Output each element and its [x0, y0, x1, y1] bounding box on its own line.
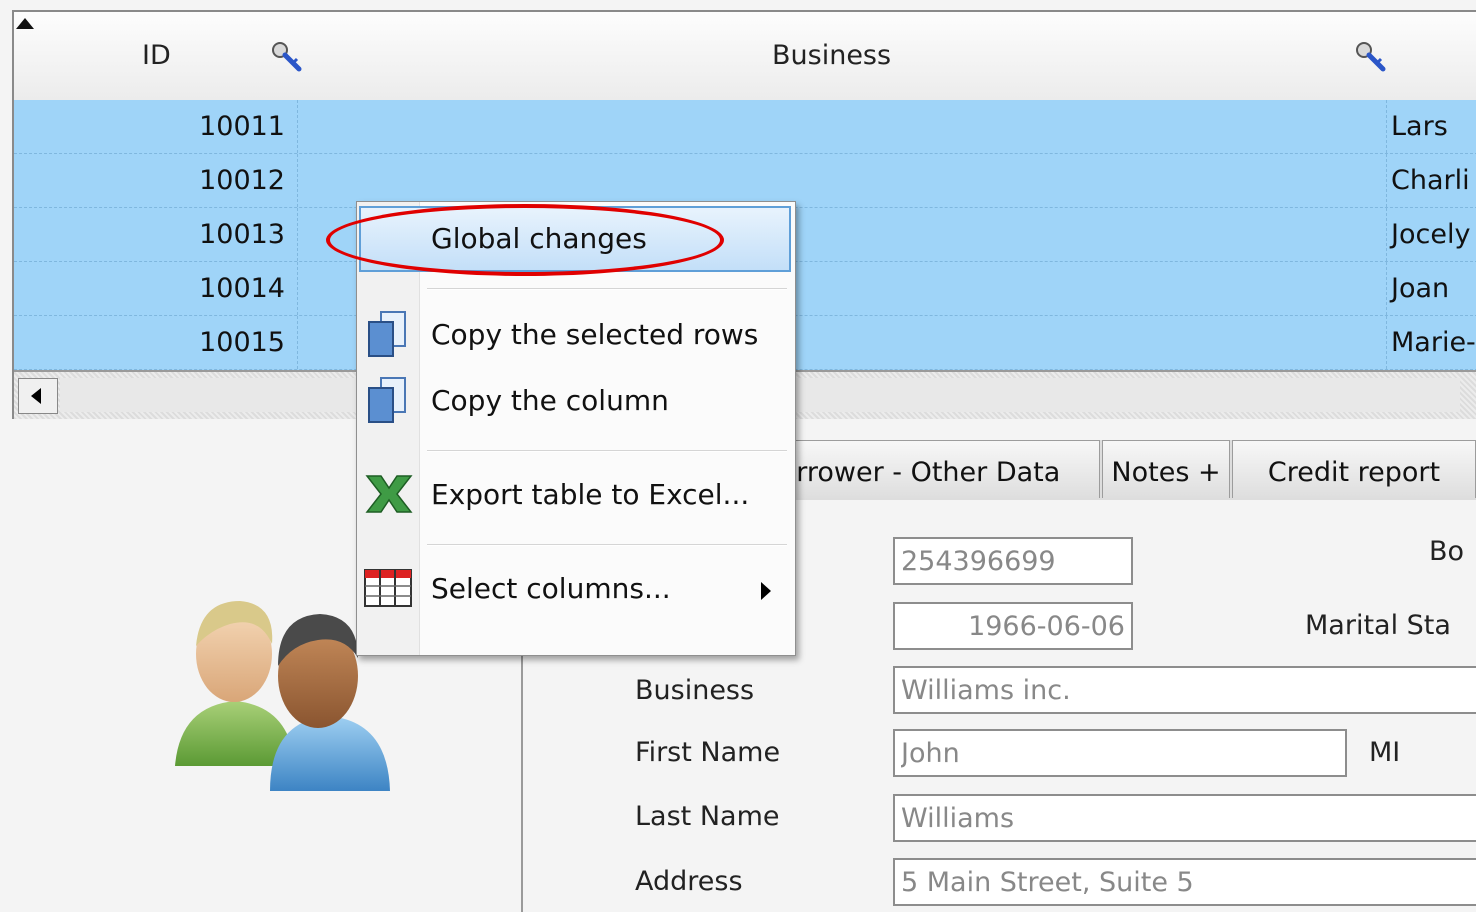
ssn-field[interactable] — [893, 537, 1133, 585]
menu-item-global-changes[interactable]: Global changes — [359, 206, 791, 272]
grid-header: ID Business — [14, 12, 1476, 101]
cell-name: Lars — [1386, 100, 1476, 153]
excel-icon — [365, 475, 413, 513]
copy-icon — [368, 311, 406, 357]
cell-name: Charli — [1386, 154, 1476, 207]
menu-item-select-columns[interactable]: Select columns... — [359, 558, 791, 620]
sort-ascending-icon[interactable] — [16, 18, 34, 29]
tab-credit-report[interactable]: Credit report — [1232, 440, 1476, 498]
cell-name: Marie- — [1386, 316, 1476, 369]
cell-id: 10011 — [14, 100, 298, 153]
last-name-label: Last Name — [635, 801, 780, 832]
mi-label: MI — [1369, 737, 1401, 768]
bo-label: Bo — [1429, 536, 1465, 567]
first-name-label: First Name — [635, 737, 781, 768]
first-name-field[interactable] — [893, 729, 1347, 777]
tab-notes[interactable]: Notes + — [1102, 440, 1230, 498]
menu-separator — [427, 288, 787, 290]
menu-item-copy-column[interactable]: Copy the column — [359, 370, 791, 432]
arrow-left-icon — [31, 388, 41, 404]
scroll-left-button[interactable] — [18, 378, 58, 414]
menu-item-label: Copy the selected rows — [431, 318, 759, 351]
cell-id: 10014 — [14, 262, 298, 315]
context-menu: Global changes Copy the selected rows Co… — [356, 201, 796, 656]
address-label: Address — [635, 866, 743, 897]
menu-separator — [427, 450, 787, 452]
column-header-id[interactable]: ID — [142, 40, 171, 71]
column-header-business[interactable]: Business — [772, 40, 891, 71]
columns-icon — [364, 569, 412, 607]
marital-status-label: Marital Sta — [1305, 610, 1451, 641]
menu-item-label: Global changes — [431, 222, 647, 255]
business-field[interactable] — [893, 666, 1476, 714]
search-key-icon[interactable] — [270, 40, 304, 74]
menu-item-label: Export table to Excel... — [431, 478, 750, 511]
cell-id: 10015 — [14, 316, 298, 369]
cell-id: 10013 — [14, 208, 298, 261]
search-key-icon[interactable] — [1354, 40, 1388, 74]
birth-date-field[interactable] — [893, 602, 1133, 650]
table-row[interactable]: 10011 Lars — [14, 100, 1476, 154]
menu-separator — [427, 544, 787, 546]
cell-name: Joan — [1386, 262, 1476, 315]
copy-icon — [368, 377, 406, 423]
business-label: Business — [635, 675, 755, 706]
menu-item-copy-selected-rows[interactable]: Copy the selected rows — [359, 304, 791, 366]
menu-item-label: Copy the column — [431, 384, 669, 417]
address-field[interactable] — [893, 858, 1476, 906]
table-row[interactable]: 10012 Charli — [14, 154, 1476, 208]
last-name-field[interactable] — [893, 794, 1476, 842]
menu-item-export-excel[interactable]: Export table to Excel... — [359, 464, 791, 526]
menu-item-label: Select columns... — [431, 572, 671, 605]
cell-name: Jocely — [1386, 208, 1476, 261]
cell-id: 10012 — [14, 154, 298, 207]
tab-bar: orrower - Other Data Notes + Credit repo… — [740, 440, 1476, 500]
submenu-arrow-icon — [761, 582, 771, 600]
